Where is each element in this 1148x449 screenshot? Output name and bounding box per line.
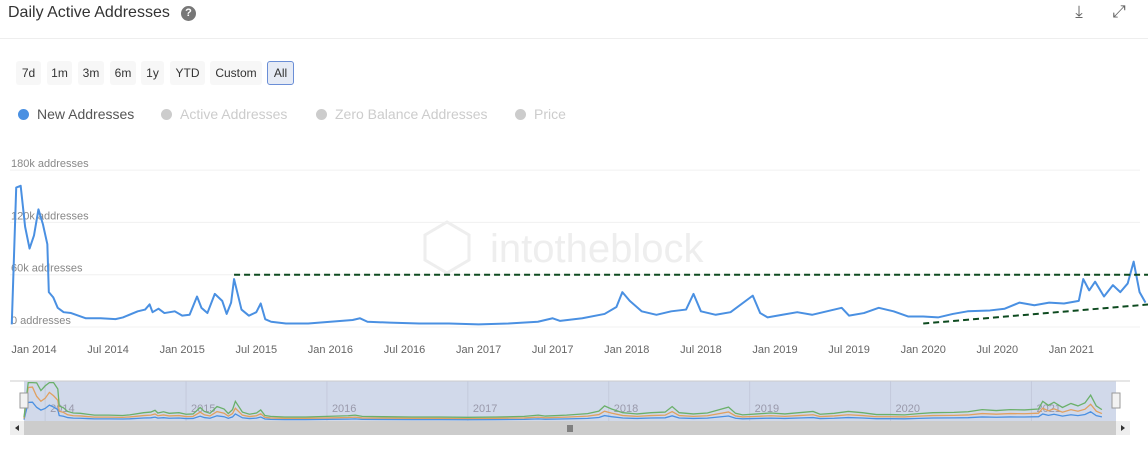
- legend-label: Active Addresses: [180, 106, 288, 122]
- chart: intotheblock0 addresses60k addresses120k…: [10, 158, 1148, 435]
- legend-item[interactable]: Zero Balance Addresses: [316, 106, 488, 122]
- y-tick-label: 180k addresses: [11, 158, 89, 170]
- legend-dot-icon: [316, 108, 327, 120]
- legend-dot-icon: [515, 108, 526, 120]
- navigator-handle[interactable]: [1111, 392, 1121, 409]
- navigator-label: 2014: [50, 403, 74, 415]
- range-button-1m[interactable]: 1m: [47, 61, 72, 85]
- x-tick-label: Jul 2014: [87, 344, 129, 356]
- watermark-logo-icon: [423, 220, 471, 275]
- page-title: Daily Active Addresses: [8, 4, 170, 21]
- x-tick-label: Jan 2014: [11, 344, 56, 356]
- x-tick-label: Jan 2015: [160, 344, 205, 356]
- y-tick-label: 0 addresses: [11, 315, 71, 327]
- legend-item[interactable]: Price: [515, 106, 566, 122]
- x-tick-label: Jan 2018: [604, 344, 649, 356]
- expand-icon[interactable]: ⤢: [1109, 2, 1129, 22]
- question-icon[interactable]: ?: [181, 6, 196, 21]
- range-button-ytd[interactable]: YTD: [170, 61, 205, 85]
- x-tick-label: Jul 2015: [236, 344, 278, 356]
- navigator-label: 2017: [473, 403, 497, 415]
- range-button-all[interactable]: All: [267, 61, 294, 85]
- divider: [0, 38, 1148, 39]
- range-button-6m[interactable]: 6m: [110, 61, 136, 85]
- x-tick-label: Jan 2019: [752, 344, 797, 356]
- legend-label: Price: [534, 106, 566, 122]
- download-icon[interactable]: ⤓: [1069, 2, 1089, 22]
- range-button-1y[interactable]: 1y: [141, 61, 164, 85]
- legend-dot-icon: [161, 108, 172, 120]
- legend-dot-icon: [18, 108, 29, 120]
- range-button-custom[interactable]: Custom: [210, 61, 262, 85]
- navigator-label: 2016: [332, 403, 356, 415]
- navigator-handle[interactable]: [19, 392, 29, 409]
- range-button-3m[interactable]: 3m: [78, 61, 104, 85]
- watermark: intotheblock: [490, 227, 704, 271]
- x-tick-label: Jan 2017: [456, 344, 501, 356]
- legend-label: Zero Balance Addresses: [335, 106, 488, 122]
- x-tick-label: Jul 2017: [532, 344, 574, 356]
- x-tick-label: Jul 2019: [828, 344, 870, 356]
- range-button-7d[interactable]: 7d: [16, 61, 41, 85]
- x-tick-label: Jul 2020: [977, 344, 1019, 356]
- x-tick-label: Jul 2016: [384, 344, 426, 356]
- x-tick-label: Jan 2021: [1049, 344, 1094, 356]
- x-tick-label: Jul 2018: [680, 344, 722, 356]
- legend-item[interactable]: New Addresses: [18, 106, 134, 122]
- legend-item[interactable]: Active Addresses: [161, 106, 287, 122]
- x-tick-label: Jan 2020: [901, 344, 946, 356]
- legend-label: New Addresses: [37, 106, 135, 122]
- x-tick-label: Jan 2016: [308, 344, 353, 356]
- navigator: 2014 2015 2016 2017 2018 2019 2020 2021: [10, 380, 1130, 435]
